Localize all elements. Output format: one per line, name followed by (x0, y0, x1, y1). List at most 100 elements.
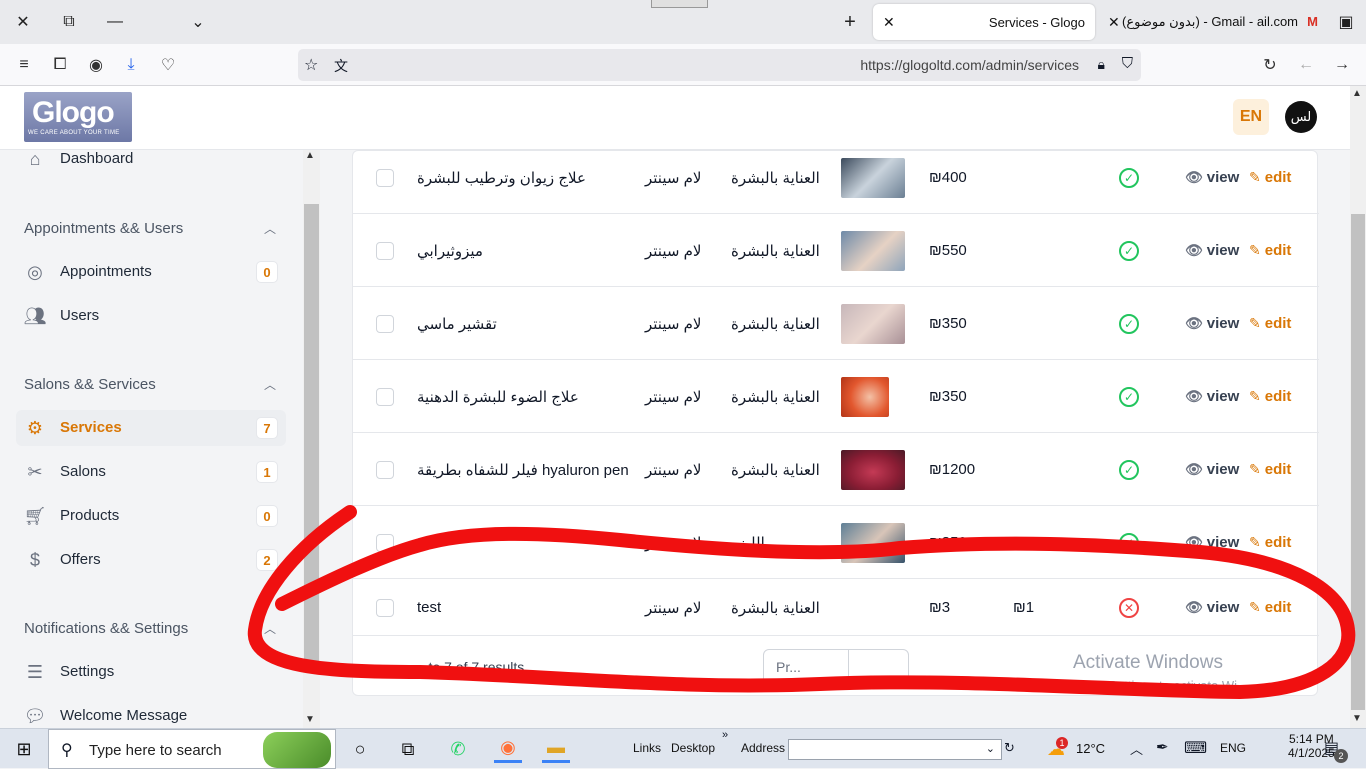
pen-icon[interactable]: ✒ (1156, 738, 1169, 756)
view-button[interactable]: 👁︎ view (1185, 599, 1239, 616)
address-toolbar-label: Address (741, 741, 786, 755)
whatsapp-icon[interactable]: ✆ (444, 735, 472, 763)
sidebar-group-notifications-settings[interactable]: Notifications && Settings ︿ (24, 620, 282, 637)
refresh-icon[interactable]: ↻ (1004, 740, 1015, 756)
scroll-down-arrow-icon[interactable]: ▼ (305, 714, 315, 725)
keyboard-icon[interactable]: ⌨ (1184, 738, 1207, 758)
forward-icon[interactable]: → (1330, 53, 1354, 77)
restore-window-icon[interactable]: ⧉ (55, 8, 83, 36)
row-checkbox[interactable] (376, 315, 394, 333)
windows-start-icon[interactable]: ⊞ (10, 735, 38, 763)
close-window-icon[interactable]: ✕ (9, 8, 37, 36)
active-check-icon: ✓ (1119, 387, 1139, 407)
row-checkbox[interactable] (376, 388, 394, 406)
close-tab-icon[interactable]: ✕ (883, 14, 895, 31)
minimize-window-icon[interactable]: — (101, 8, 129, 36)
download-icon[interactable]: ⤓ (119, 53, 143, 77)
cart-icon: 🛒︎ (23, 505, 47, 526)
sidebar-item-products[interactable]: 🛒︎ Products 0 (16, 498, 286, 534)
edit-button[interactable]: ✎ edit (1249, 461, 1291, 478)
task-view-icon[interactable]: ⧉ (394, 735, 422, 763)
sidebar-item-users[interactable]: 👥︎ Users (16, 298, 286, 334)
edit-button[interactable]: ✎ edit (1249, 315, 1291, 332)
notification-count-badge: 2 (1334, 749, 1348, 763)
users-icon: 👥︎ (23, 305, 47, 326)
back-icon[interactable]: ← (1294, 53, 1318, 77)
edit-button[interactable]: ✎ edit (1249, 169, 1291, 186)
sidebar-item-dashboard[interactable]: ⌂ Dashboard (16, 141, 286, 177)
edit-button[interactable]: ✎ edit (1249, 242, 1291, 259)
avatar[interactable]: لس (1285, 101, 1317, 133)
sidebar-item-appointments[interactable]: ◎ Appointments 0 (16, 254, 286, 290)
new-tab-icon[interactable]: + (836, 8, 864, 36)
show-hidden-icons-chevron-icon[interactable]: ︿ (1130, 739, 1143, 758)
edit-icon: ✎ (1249, 461, 1261, 477)
collections-icon[interactable]: ▣ (1332, 8, 1360, 36)
sidebar-item-services[interactable]: ⚙ Services 7 (16, 410, 286, 446)
pagination[interactable]: Pr... (763, 649, 909, 686)
view-label: view (1206, 242, 1240, 259)
lock-icon[interactable]: 🔒︎ (1098, 56, 1105, 73)
firefox-icon[interactable]: ◉ (494, 735, 522, 763)
edit-button[interactable]: ✎ edit (1249, 388, 1291, 405)
sidebar-group-appointments-users[interactable]: Appointments && Users ︿ (24, 220, 282, 237)
view-button[interactable]: 👁︎ view (1185, 461, 1239, 478)
row-checkbox[interactable] (376, 461, 394, 479)
pocket-icon[interactable]: ♡ (156, 53, 180, 77)
view-button[interactable]: 👁︎ view (1185, 315, 1239, 332)
service-name: تقشير ماسي (417, 316, 497, 333)
input-language[interactable]: ENG (1220, 741, 1246, 755)
page-scroll-down-icon[interactable]: ▼ (1352, 713, 1362, 724)
glogo-logo[interactable]: Glogo WE CARE ABOUT YOUR TIME (24, 92, 132, 142)
language-toggle-button[interactable]: EN (1233, 99, 1269, 135)
tab-gmail[interactable]: ✕ (بدون موضوع) - Gmail - ail.com M (1102, 4, 1324, 40)
page-scroll-up-icon[interactable]: ▲ (1352, 88, 1362, 99)
translate-icon[interactable]: 文 (334, 56, 348, 76)
scroll-up-arrow-icon[interactable]: ▲ (305, 150, 315, 161)
tab-services[interactable]: ✕ Services - Glogo (873, 4, 1095, 40)
sidebar-item-label: Services (60, 419, 122, 436)
view-button[interactable]: 👁︎ view (1185, 388, 1239, 405)
row-checkbox[interactable] (376, 169, 394, 187)
row-checkbox[interactable] (376, 599, 394, 617)
row-checkbox[interactable] (376, 242, 394, 260)
view-button[interactable]: 👁︎ view (1185, 534, 1239, 551)
taskbar-address-input[interactable]: ⌄ (788, 739, 1002, 760)
previous-page-button[interactable]: Pr... (776, 659, 801, 675)
toolbar-overflow-icon[interactable]: » (722, 729, 728, 741)
view-button[interactable]: 👁︎ view (1185, 169, 1239, 186)
menu-icon[interactable]: ≡ (12, 53, 36, 77)
cortana-icon[interactable]: ○ (346, 735, 374, 763)
sidebar-group-salons-services[interactable]: Salons && Services ︿ (24, 376, 282, 393)
bookmark-star-icon[interactable]: ☆ (304, 55, 318, 75)
close-tab-icon[interactable]: ✕ (1108, 14, 1120, 31)
edit-button[interactable]: ✎ edit (1249, 534, 1291, 551)
count-badge: 0 (256, 261, 278, 283)
salon-name: لام سينتر (645, 316, 702, 333)
shield-icon[interactable]: ⛉ (1122, 55, 1133, 72)
sidebar-scrollbar-thumb[interactable] (304, 204, 319, 664)
sidebar-item-welcome-message[interactable]: 💬︎ Welcome Message (16, 698, 286, 728)
drag-handle[interactable] (651, 0, 708, 8)
reload-icon[interactable]: ↻ (1258, 53, 1282, 77)
taskbar-search-box[interactable]: ⚲ Type here to search (48, 729, 336, 769)
sidebar-item-offers[interactable]: $ Offers 2 (16, 542, 286, 578)
desktop-toolbar[interactable]: Desktop (671, 741, 715, 755)
edit-button[interactable]: ✎ edit (1249, 599, 1291, 616)
links-toolbar[interactable]: Links (633, 741, 661, 755)
tab-list-chevron-icon[interactable]: ⌄ (184, 8, 212, 36)
account-icon[interactable]: ◉ (84, 53, 108, 77)
view-label: view (1206, 315, 1240, 332)
view-button[interactable]: 👁︎ view (1185, 242, 1239, 259)
edit-label: edit (1264, 461, 1292, 478)
extensions-icon[interactable]: ⧠ (48, 53, 72, 77)
eye-icon: 👁︎ (1185, 534, 1203, 550)
sidebar-item-settings[interactable]: ☰ Settings (16, 654, 286, 690)
file-explorer-icon[interactable]: ▬ (542, 735, 570, 763)
chevron-down-icon[interactable]: ⌄ (986, 742, 995, 755)
temperature[interactable]: 12°C (1076, 741, 1105, 756)
page-scrollbar-thumb[interactable] (1351, 214, 1365, 710)
sidebar-item-salons[interactable]: ✂ Salons 1 (16, 454, 286, 490)
address-bar[interactable]: ☆ 文 https://glogoltd.com/admin/services … (298, 49, 1141, 81)
row-checkbox[interactable] (376, 534, 394, 552)
